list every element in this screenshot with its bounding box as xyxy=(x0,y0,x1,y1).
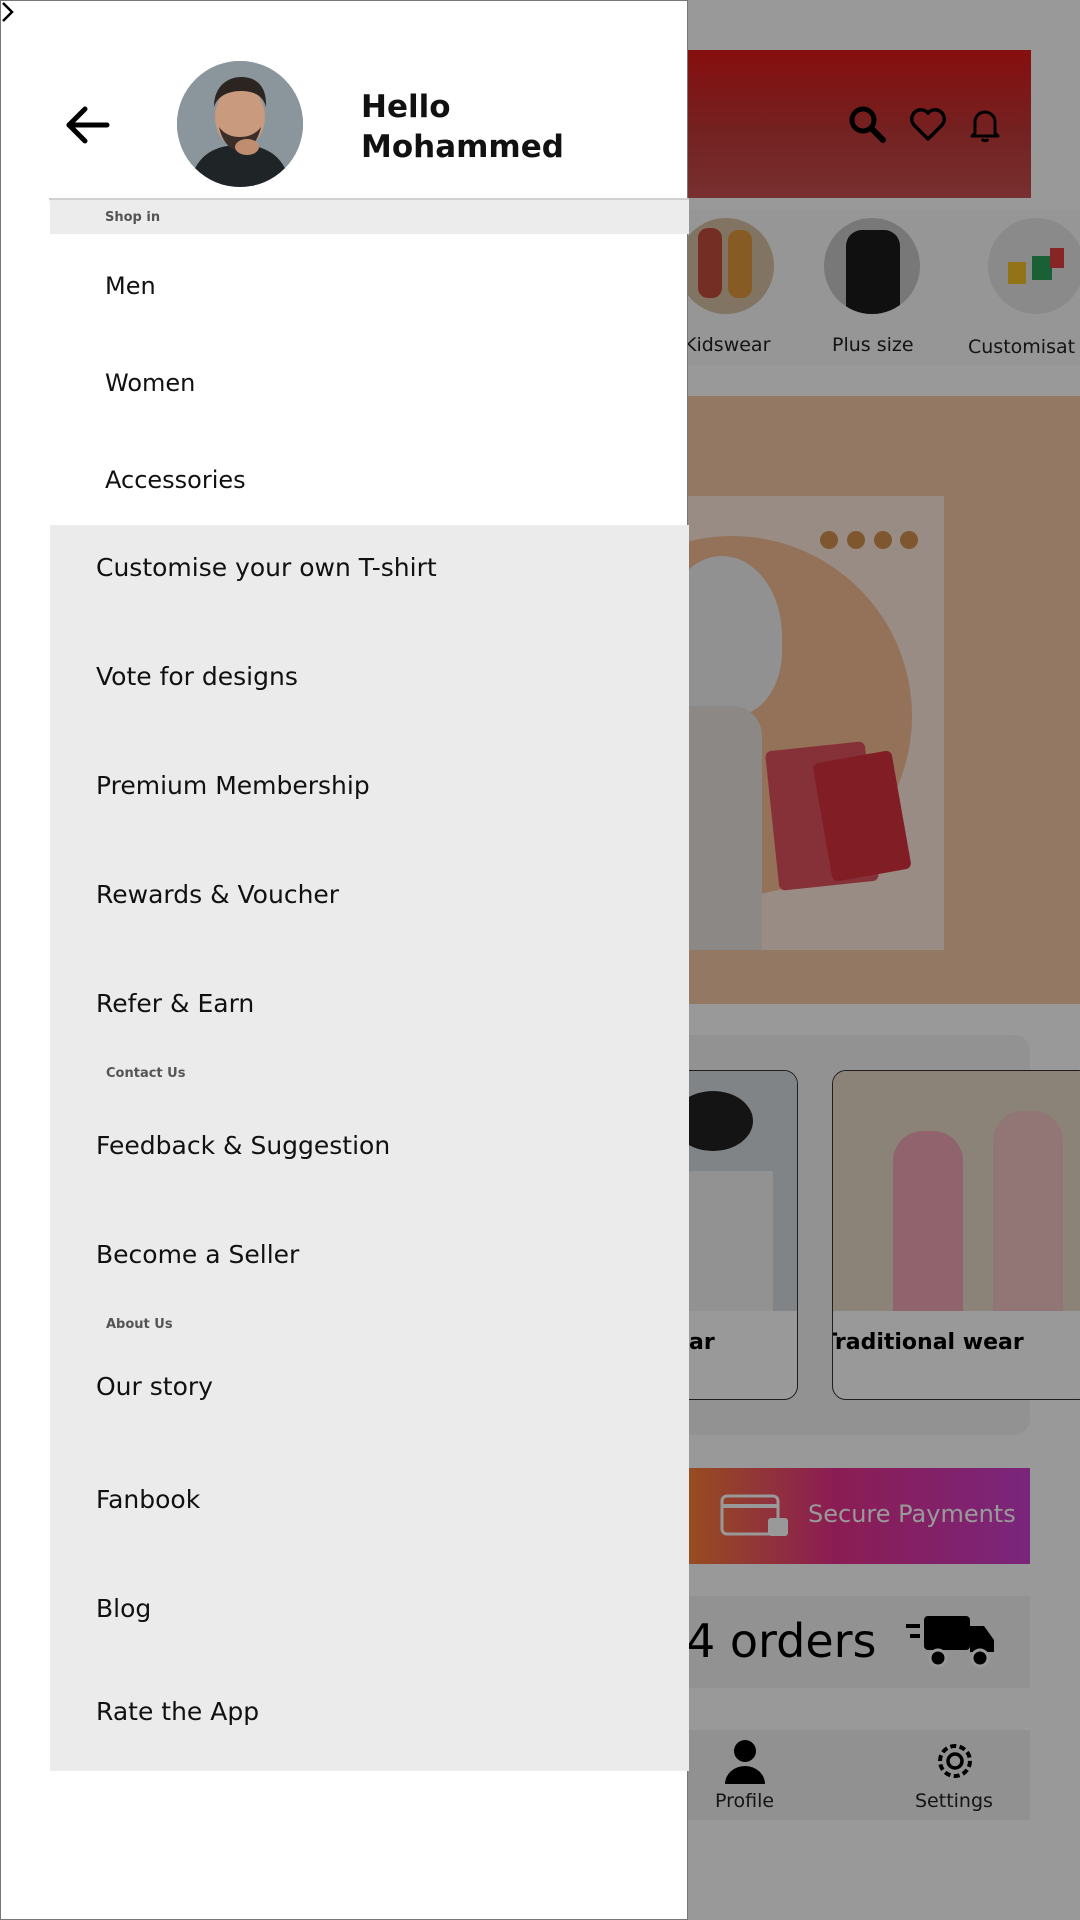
menu-item-accessories[interactable]: Accessories xyxy=(105,466,246,494)
menu-item-men[interactable]: Men xyxy=(105,272,156,300)
avatar[interactable] xyxy=(177,61,303,187)
menu-item-feedback[interactable]: Feedback & Suggestion xyxy=(96,1131,390,1160)
menu-item-premium-membership[interactable]: Premium Membership xyxy=(96,771,370,800)
user-photo xyxy=(177,61,303,187)
greeting: Hello Mohammed xyxy=(361,87,564,167)
menu-item-rate-app[interactable]: Rate the App xyxy=(96,1697,259,1726)
menu-item-refer-earn[interactable]: Refer & Earn xyxy=(96,989,254,1018)
chevron-right-icon xyxy=(2,2,14,22)
greeting-username: Mohammed xyxy=(361,129,564,165)
navigation-drawer: Hello Mohammed Shop in Men Women Accesso… xyxy=(0,0,689,1920)
section-label-about-us: About Us xyxy=(106,1317,173,1332)
menu-item-women[interactable]: Women xyxy=(105,369,195,397)
greeting-hello: Hello xyxy=(361,89,451,125)
menu-item-become-seller[interactable]: Become a Seller xyxy=(96,1240,299,1269)
menu-item-customise-tshirt[interactable]: Customise your own T-shirt xyxy=(96,553,437,582)
arrow-left-icon[interactable] xyxy=(63,101,111,149)
menu-item-blog[interactable]: Blog xyxy=(96,1594,151,1623)
menu-item-rewards-voucher[interactable]: Rewards & Voucher xyxy=(96,880,339,909)
section-label-shop-in: Shop in xyxy=(105,210,161,225)
menu-item-fanbook[interactable]: Fanbook xyxy=(96,1485,200,1514)
menu-item-vote-designs[interactable]: Vote for designs xyxy=(96,662,298,691)
menu-item-our-story[interactable]: Our story xyxy=(96,1372,213,1401)
section-label-contact-us: Contact Us xyxy=(106,1066,186,1081)
